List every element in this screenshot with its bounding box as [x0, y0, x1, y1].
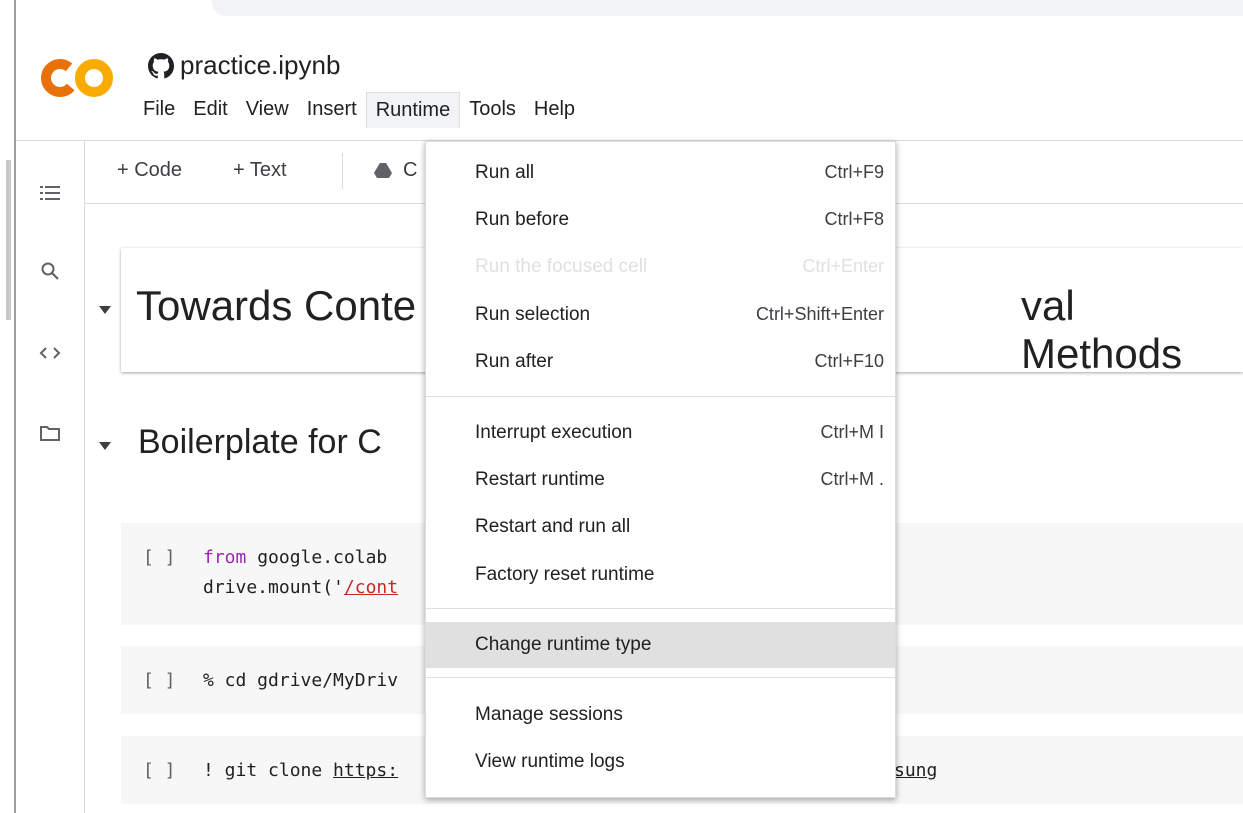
code-line: from google.colab: [203, 547, 388, 568]
code-line: drive.mount('/cont: [203, 577, 399, 598]
menu-help[interactable]: Help: [525, 92, 584, 128]
code-line: ! git clone https:: [203, 760, 399, 781]
chevron-down-icon[interactable]: [99, 442, 111, 450]
menu-tools[interactable]: Tools: [460, 92, 525, 128]
left-window-edge: [0, 0, 16, 813]
menu-item-change-runtime-type[interactable]: Change runtime type: [426, 622, 895, 668]
drive-icon[interactable]: [373, 161, 393, 181]
browser-address-bar: [212, 0, 1243, 16]
toc-icon[interactable]: [38, 181, 62, 205]
copy-to-drive-button[interactable]: C: [403, 159, 417, 182]
notebook-title[interactable]: practice.ipynb: [180, 50, 340, 81]
menu-file[interactable]: File: [134, 92, 184, 128]
code-snippets-icon[interactable]: [38, 341, 62, 365]
menu-separator: [426, 608, 895, 609]
files-icon[interactable]: [38, 421, 62, 445]
github-icon: [148, 52, 174, 78]
menu-item-factory-reset-runtime[interactable]: Factory reset runtime: [426, 552, 895, 598]
menu-item-restart-runtime[interactable]: Restart runtime Ctrl+M .: [426, 457, 895, 503]
code-line: % cd gdrive/MyDriv: [203, 670, 399, 691]
menu-runtime[interactable]: Runtime: [365, 92, 461, 128]
menu-item-run-after[interactable]: Run after Ctrl+F10: [426, 339, 895, 385]
menu-item-run-selection[interactable]: Run selection Ctrl+Shift+Enter: [426, 292, 895, 338]
section-heading: Boilerplate for C: [138, 423, 382, 461]
runtime-dropdown-menu: Run all Ctrl+F9 Run before Ctrl+F8 Run t…: [425, 141, 896, 798]
search-icon[interactable]: [38, 259, 62, 283]
colab-header: practice.ipynb File Edit View Insert Run…: [16, 26, 1243, 141]
menu-item-view-runtime-logs[interactable]: View runtime logs: [426, 739, 895, 785]
notebook-title-area: practice.ipynb: [148, 50, 340, 81]
menu-separator: [426, 396, 895, 397]
menu-view[interactable]: View: [237, 92, 298, 128]
menu-separator: [426, 677, 895, 678]
add-code-button[interactable]: + Code: [117, 159, 182, 182]
menu-item-manage-sessions[interactable]: Manage sessions: [426, 692, 895, 738]
menu-item-run-all[interactable]: Run all Ctrl+F9: [426, 150, 895, 196]
run-cell-button[interactable]: [ ]: [143, 760, 176, 781]
menu-edit[interactable]: Edit: [184, 92, 236, 128]
menu-item-restart-and-run-all[interactable]: Restart and run all: [426, 504, 895, 550]
run-cell-button[interactable]: [ ]: [143, 670, 176, 691]
colab-logo: [41, 59, 113, 97]
heading-text: Towards Conte: [136, 282, 417, 329]
menubar: File Edit View Insert Runtime Tools Help: [134, 92, 584, 128]
menu-item-run-before[interactable]: Run before Ctrl+F8: [426, 197, 895, 243]
add-text-button[interactable]: + Text: [233, 159, 287, 182]
left-sidebar: [16, 141, 85, 813]
menu-item-interrupt-execution[interactable]: Interrupt execution Ctrl+M I: [426, 410, 895, 456]
menu-insert[interactable]: Insert: [298, 92, 366, 128]
menu-item-run-focused-cell: Run the focused cell Ctrl+Enter: [475, 256, 884, 277]
heading-text-right: val Methods: [1021, 282, 1183, 377]
run-cell-button[interactable]: [ ]: [143, 547, 176, 568]
code-line-tail: sung: [894, 760, 938, 781]
chevron-down-icon[interactable]: [99, 306, 111, 314]
left-scrollbar[interactable]: [6, 160, 11, 320]
toolbar-divider: [342, 153, 343, 189]
